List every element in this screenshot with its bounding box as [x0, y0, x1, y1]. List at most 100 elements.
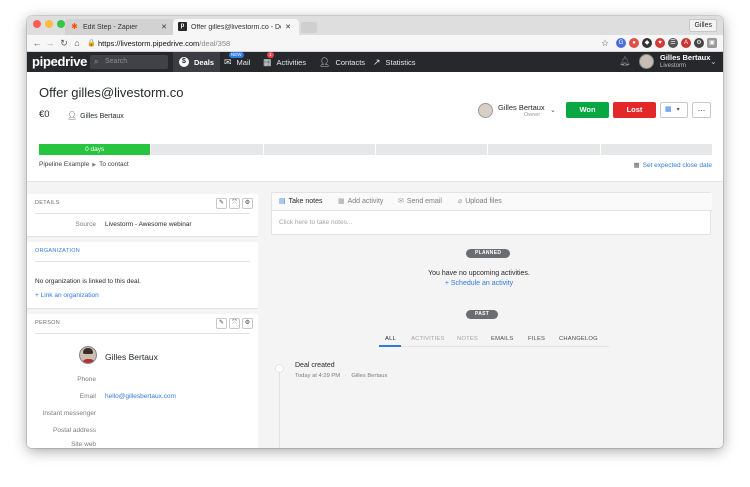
minimize-window-button[interactable]: [45, 20, 53, 28]
bell-icon[interactable]: 🔔︎: [619, 56, 630, 67]
deal-value[interactable]: €0: [39, 109, 50, 120]
deal-person[interactable]: 👤︎ Gilles Bertaux: [67, 111, 124, 120]
user-avatar[interactable]: [639, 54, 654, 69]
forward-arrow-icon[interactable]: →: [44, 37, 56, 49]
tab-title: Edit Step - Zapier: [83, 23, 138, 31]
set-close-date-link[interactable]: ▦ Set expected close date: [633, 161, 712, 169]
maximize-window-button[interactable]: [57, 20, 65, 28]
person-name[interactable]: Gilles Bertaux: [105, 352, 158, 362]
extension-icon[interactable]: ⚙: [694, 38, 704, 48]
browser-profile-button[interactable]: Gilles: [689, 19, 717, 32]
extension-icon[interactable]: ▣: [707, 38, 717, 48]
url-field[interactable]: 🔒 https://livestorm.pipedrive.com/deal/3…: [87, 37, 607, 50]
no-organization-text: No organization is linked to this deal.: [35, 278, 141, 285]
browser-tab-pipedrive[interactable]: p Offer gilles@livestorm.co - De ✕: [173, 19, 299, 35]
notes-composer: ▤ Take notes ▦ Add activity ✉ Send email ⌀ U…: [271, 192, 712, 235]
schedule-activity-link[interactable]: + Schedule an activity: [399, 280, 559, 287]
extension-icon[interactable]: ◆: [642, 38, 652, 48]
filter-notes[interactable]: NOTES: [457, 336, 478, 342]
filter-all[interactable]: ALL: [385, 336, 396, 342]
stage-name[interactable]: To contact: [99, 161, 129, 168]
event-time: Today at 4:29 PM: [295, 373, 341, 379]
deal-header: Offer gilles@livestorm.co €0 👤︎ Gilles Be…: [27, 72, 723, 182]
notes-input[interactable]: Click here to take notes...: [279, 219, 352, 226]
pipedrive-icon: p: [178, 22, 187, 31]
pipeline-name[interactable]: Pipeline Example: [39, 161, 89, 168]
stage-item[interactable]: [263, 144, 375, 155]
reload-icon[interactable]: ↻: [58, 37, 70, 49]
filter-changelog[interactable]: CHANGELOG: [559, 336, 598, 342]
stage-item[interactable]: [600, 144, 712, 155]
divider: [35, 261, 250, 262]
paperclip-icon: ⌀: [458, 198, 463, 205]
mail-icon: ✉ NEW: [224, 51, 244, 67]
close-window-button[interactable]: [33, 20, 41, 28]
tab-take-notes[interactable]: ▤ Take notes: [279, 197, 322, 205]
owner-avatar[interactable]: [478, 103, 493, 118]
filter-emails[interactable]: EMAILS: [491, 336, 513, 342]
nav-item-mail[interactable]: ✉ NEW Mail: [218, 51, 256, 72]
person-icon: 👤︎: [319, 56, 331, 67]
gear-icon[interactable]: ⚙: [242, 318, 253, 329]
extension-icon[interactable]: ●: [629, 38, 639, 48]
panel-title: ORGANIZATION: [35, 248, 81, 254]
email-link[interactable]: hello@gillesbertaux.com: [105, 393, 176, 400]
person-avatar[interactable]: [79, 346, 97, 364]
field-value[interactable]: Livestorm - Awesome webinar: [105, 221, 192, 228]
stage-current[interactable]: 0 days: [39, 144, 151, 155]
grid-icon: ▦: [665, 106, 672, 113]
mail-new-badge: NEW: [229, 51, 244, 58]
field-row: Email hello@gillesbertaux.com: [27, 393, 258, 403]
stage-item[interactable]: [375, 144, 488, 155]
nav-item-label: Contacts: [335, 57, 366, 67]
deal-body: DETAILS ✎ ⤧ ⚙ Source Livestorm - Awesome…: [27, 182, 723, 448]
lost-button[interactable]: Lost: [613, 102, 656, 118]
deal-title[interactable]: Offer gilles@livestorm.co: [39, 85, 183, 100]
browser-tab-zapier[interactable]: ✱ Edit Step - Zapier ✕: [65, 19, 175, 35]
close-tab-icon[interactable]: ✕: [285, 23, 291, 31]
tab-send-email[interactable]: ✉ Send email: [398, 197, 442, 205]
composer-tabs: ▤ Take notes ▦ Add activity ✉ Send email ⌀ U…: [272, 193, 712, 211]
nav-item-deals[interactable]: $ Deals: [173, 52, 221, 72]
planned-label: PLANNED: [466, 249, 511, 258]
bookmark-star-icon[interactable]: ☆: [599, 37, 611, 49]
view-switch-button[interactable]: ▦ ▾: [660, 102, 688, 118]
stage-item[interactable]: [488, 144, 600, 155]
timeline-line: [279, 372, 280, 448]
link-organization-link[interactable]: + Link an organization: [35, 292, 99, 299]
chevron-down-icon[interactable]: ⌄: [710, 57, 717, 66]
home-icon[interactable]: ⌂: [71, 37, 83, 49]
edit-icon[interactable]: ✎: [216, 318, 227, 329]
back-arrow-icon[interactable]: ←: [31, 37, 43, 49]
event-user[interactable]: Gilles Bertaux: [351, 373, 387, 379]
gear-icon[interactable]: ⚙: [242, 198, 253, 209]
tab-upload-files[interactable]: ⌀ Upload files: [458, 197, 502, 205]
search-icon: ⌕: [94, 57, 99, 66]
extension-icon[interactable]: G: [616, 38, 626, 48]
new-tab-button[interactable]: [301, 22, 317, 33]
more-actions-button[interactable]: …: [692, 102, 711, 118]
search-input[interactable]: ⌕ Search: [90, 55, 168, 69]
filter-files[interactable]: FILES: [528, 336, 545, 342]
stage-item[interactable]: [151, 144, 263, 155]
person-icon: 👤︎: [67, 111, 78, 120]
filter-activities[interactable]: ACTIVITIES: [411, 336, 445, 342]
tab-title: Offer gilles@livestorm.co - De: [191, 23, 282, 31]
pipedrive-logo[interactable]: pipedrive: [32, 54, 87, 69]
expand-icon[interactable]: ⤧: [229, 198, 240, 209]
past-label: PAST: [466, 310, 499, 319]
close-tab-icon[interactable]: ✕: [161, 23, 167, 31]
extension-icon[interactable]: ☰: [668, 38, 678, 48]
owner-name[interactable]: Gilles Bertaux: [498, 103, 545, 112]
won-button[interactable]: Won: [566, 102, 609, 118]
expand-icon[interactable]: ⤧: [229, 318, 240, 329]
nav-item-statistics[interactable]: ↗ Statistics: [367, 52, 422, 72]
user-name[interactable]: Gilles Bertaux: [660, 54, 710, 62]
nav-item-contacts[interactable]: 👤︎ Contacts: [313, 52, 371, 72]
tab-add-activity[interactable]: ▦ Add activity: [338, 197, 383, 205]
chevron-down-icon[interactable]: ⌄: [550, 106, 556, 114]
nav-item-activities[interactable]: ▦ 1 Activities: [257, 51, 312, 72]
extension-icon[interactable]: ♥: [655, 38, 665, 48]
extension-icon[interactable]: A: [681, 38, 691, 48]
edit-icon[interactable]: ✎: [216, 198, 227, 209]
